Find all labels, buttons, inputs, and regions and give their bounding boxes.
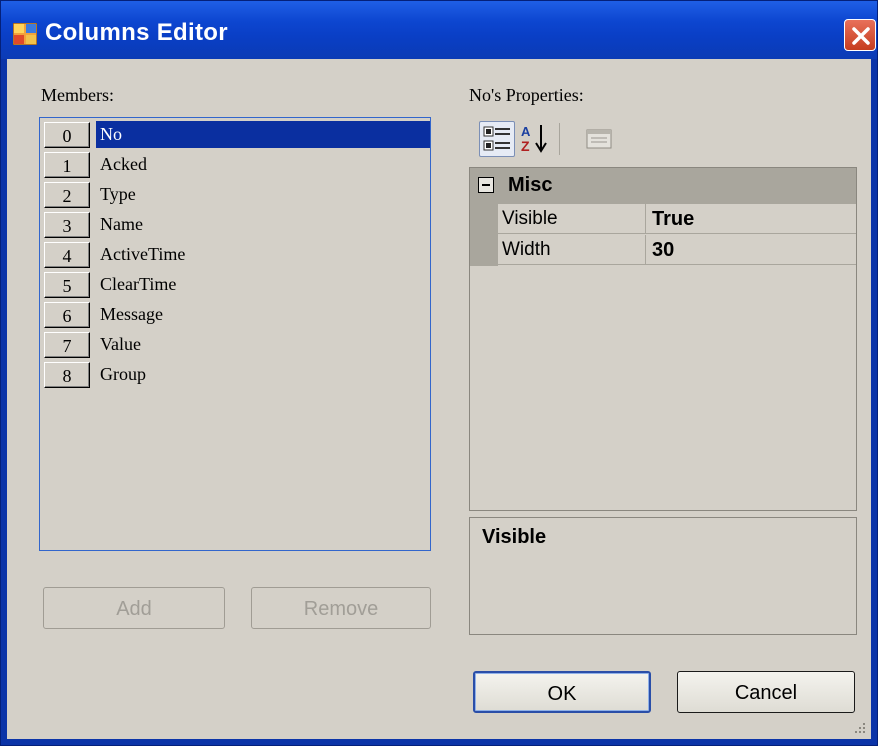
members-label: Members: xyxy=(41,85,114,105)
member-item[interactable]: 6 Message xyxy=(44,300,430,330)
member-item[interactable]: 4 ActiveTime xyxy=(44,240,430,270)
svg-text:Z: Z xyxy=(521,138,530,154)
properties-label: No's Properties: xyxy=(469,85,584,105)
member-item[interactable]: 2 Type xyxy=(44,180,430,210)
member-item[interactable]: 8 Group xyxy=(44,360,430,390)
collapse-icon[interactable] xyxy=(478,177,494,193)
member-name: Name xyxy=(100,214,143,234)
columns-editor-window: Columns Editor Members: 0 No 1 Acked 2 Type 3 N… xyxy=(0,0,878,746)
categorized-button[interactable] xyxy=(479,121,515,157)
property-value[interactable]: True xyxy=(646,204,856,234)
ok-button[interactable]: OK xyxy=(473,671,651,713)
description-title: Visible xyxy=(482,526,547,548)
member-index: 4 xyxy=(44,242,90,268)
member-index: 0 xyxy=(44,122,90,148)
category-label: Misc xyxy=(508,174,553,196)
add-button[interactable]: Add xyxy=(43,587,225,629)
toolbar-separator xyxy=(559,123,560,155)
member-name: Value xyxy=(100,334,141,354)
resize-grip-icon[interactable] xyxy=(853,721,867,735)
member-index: 6 xyxy=(44,302,90,328)
member-item[interactable]: 1 Acked xyxy=(44,150,430,180)
property-grid[interactable]: Misc Visible True Width 30 xyxy=(469,167,857,511)
member-index: 2 xyxy=(44,182,90,208)
member-index: 8 xyxy=(44,362,90,388)
member-name: Message xyxy=(100,304,163,324)
property-toolbar: A Z xyxy=(471,117,861,167)
property-pages-icon xyxy=(586,129,612,149)
category-misc[interactable]: Misc xyxy=(470,168,856,204)
member-item[interactable]: 7 Value xyxy=(44,330,430,360)
property-description: Visible xyxy=(469,517,857,635)
title-bar[interactable]: Columns Editor xyxy=(1,1,877,59)
cancel-button[interactable]: Cancel xyxy=(677,671,855,713)
property-name: Visible xyxy=(498,204,646,234)
member-index: 5 xyxy=(44,272,90,298)
categorized-icon xyxy=(483,126,510,151)
member-name: Group xyxy=(100,364,146,384)
member-index: 1 xyxy=(44,152,90,178)
member-item[interactable]: 5 ClearTime xyxy=(44,270,430,300)
remove-button[interactable]: Remove xyxy=(251,587,431,629)
members-list[interactable]: 0 No 1 Acked 2 Type 3 Name 4 ActiveTime 5 ClearTime… xyxy=(39,117,431,551)
property-row-width[interactable]: Width 30 xyxy=(470,235,856,266)
svg-text:A: A xyxy=(521,124,531,139)
property-value[interactable]: 30 xyxy=(646,235,856,265)
member-index: 7 xyxy=(44,332,90,358)
member-name: ClearTime xyxy=(100,274,177,294)
property-row-visible[interactable]: Visible True xyxy=(470,204,856,235)
member-index: 3 xyxy=(44,212,90,238)
member-item[interactable]: 0 No xyxy=(44,120,430,150)
property-name: Width xyxy=(498,235,646,265)
property-pages-button[interactable] xyxy=(581,121,617,157)
member-name: Acked xyxy=(100,154,147,174)
alphabetical-sort-icon: A Z xyxy=(521,124,547,154)
member-name: Type xyxy=(100,184,136,204)
dialog-body: Members: 0 No 1 Acked 2 Type 3 Name 4 ActiveTime 5… xyxy=(7,59,871,739)
close-icon xyxy=(852,27,870,45)
window-title: Columns Editor xyxy=(45,19,228,46)
app-icon xyxy=(12,22,38,46)
member-name: No xyxy=(96,121,430,148)
member-name: ActiveTime xyxy=(100,244,186,264)
member-item[interactable]: 3 Name xyxy=(44,210,430,240)
close-button[interactable] xyxy=(844,19,876,51)
alphabetical-button[interactable]: A Z xyxy=(517,121,553,157)
